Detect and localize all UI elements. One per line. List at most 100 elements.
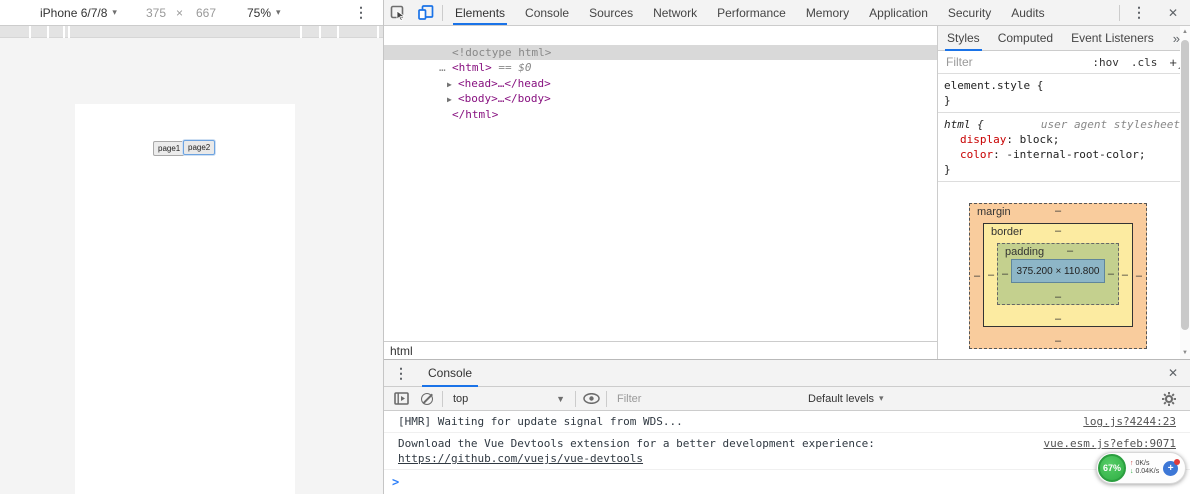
disclosure-triangle-icon[interactable]: ▶ — [447, 92, 458, 108]
devtools-window: iPhone 6/7/8 ▾ 375 × 667 75% ▾ ⋮ — [0, 0, 1190, 494]
message-text: [HMR] Waiting for update signal from WDS… — [398, 414, 1063, 429]
zoom-select[interactable]: 75% ▾ — [247, 0, 281, 25]
property-value: : -internal-root-color; — [993, 148, 1145, 161]
padding-left-value: – — [1002, 268, 1008, 280]
upload-arrow-icon: ↑ — [1130, 460, 1134, 467]
property-name: color — [960, 148, 993, 161]
ruler-tick — [63, 26, 65, 38]
chevron-down-icon: ▾ — [112, 7, 117, 18]
disclosure-triangle-icon[interactable]: ▶ — [447, 77, 458, 93]
tab-styles[interactable]: Styles — [938, 26, 989, 51]
devtools-menu-button[interactable]: ⋮ — [1122, 4, 1156, 21]
console-settings-button[interactable] — [1156, 387, 1182, 410]
message-source-link[interactable]: vue.esm.js?efeb:9071 — [1044, 436, 1176, 451]
log-levels-select[interactable]: Default levels ▾ — [808, 393, 884, 405]
toggle-element-state-button[interactable]: :hov — [1092, 56, 1119, 69]
element-style-rule[interactable]: element.style { } — [938, 74, 1190, 113]
live-expression-button[interactable] — [578, 387, 604, 410]
toolbar-separator — [606, 391, 607, 407]
tab-event-listeners[interactable]: Event Listeners — [1062, 26, 1163, 51]
tab-network[interactable]: Network — [643, 0, 707, 25]
drawer-tab-console[interactable]: Console — [426, 360, 474, 387]
tab-audits[interactable]: Audits — [1001, 0, 1054, 25]
drawer-menu-button[interactable]: ⋮ — [384, 365, 408, 382]
dimension-separator: × — [176, 0, 183, 25]
html-ua-rule[interactable]: html { user agent stylesheet display: bl… — [938, 113, 1190, 182]
ruler-tick — [319, 26, 321, 38]
console-message: Download the Vue Devtools extension for … — [384, 433, 1190, 470]
kebab-menu-icon: ⋮ — [394, 365, 408, 381]
toggle-device-toolbar-button[interactable] — [412, 0, 440, 25]
styles-sidebar: Styles Computed Event Listeners » :hov .… — [937, 26, 1190, 359]
padding-top-value: – — [1067, 245, 1073, 257]
zoom-value: 75% — [247, 6, 271, 20]
viewport-width-value: 375 — [146, 6, 166, 20]
styles-filter-input[interactable] — [946, 55, 1036, 69]
border-right-value: – — [1122, 269, 1128, 281]
margin-label: margin — [977, 206, 1011, 218]
page1-button[interactable]: page1 — [153, 141, 185, 156]
styles-scrollbar[interactable]: ▲ ▼ — [1180, 26, 1190, 359]
device-select[interactable]: iPhone 6/7/8 ▾ — [40, 0, 117, 25]
extension-badge: + — [1163, 461, 1178, 476]
tab-application[interactable]: Application — [859, 0, 938, 25]
console-toolbar: top ▼ Default levels ▾ — [384, 387, 1190, 411]
padding-right-value: – — [1108, 268, 1114, 280]
close-devtools-button[interactable]: ✕ — [1156, 6, 1190, 20]
tab-performance[interactable]: Performance — [707, 0, 796, 25]
doctype-node[interactable]: <!doctype html> — [384, 29, 937, 45]
close-icon: ✕ — [1168, 366, 1178, 380]
user-agent-stylesheet-note: user agent stylesheet — [1041, 117, 1180, 132]
close-drawer-button[interactable]: ✕ — [1156, 366, 1190, 380]
viewport-height-field[interactable]: 667 — [196, 0, 216, 25]
console-filter-input[interactable] — [617, 393, 802, 405]
inspect-element-button[interactable] — [384, 0, 412, 25]
device-select-label: iPhone 6/7/8 — [40, 6, 107, 20]
page2-button[interactable]: page2 — [183, 140, 215, 155]
clear-console-button[interactable] — [414, 387, 440, 410]
console-prompt[interactable]: > — [384, 470, 1190, 489]
margin-bottom-value: – — [1055, 335, 1061, 347]
console-sidebar-icon — [394, 392, 409, 405]
content-dimensions: 375.200 × 110.800 — [1017, 266, 1100, 277]
scrollbar-thumb[interactable] — [1181, 40, 1189, 330]
tab-elements[interactable]: Elements — [445, 0, 515, 25]
tab-memory[interactable]: Memory — [796, 0, 859, 25]
device-toolbar-icon — [418, 5, 434, 20]
javascript-context-select[interactable]: top ▼ — [445, 393, 573, 405]
property-name: display — [960, 133, 1006, 146]
chevron-down-icon: ▾ — [276, 7, 281, 18]
kebab-menu-icon: ⋮ — [354, 4, 368, 21]
console-message: [HMR] Waiting for update signal from WDS… — [384, 411, 1190, 433]
tab-console[interactable]: Console — [515, 0, 579, 25]
tab-computed[interactable]: Computed — [989, 26, 1062, 51]
ruler-tick — [300, 26, 302, 38]
device-toolbar-menu-button[interactable]: ⋮ — [354, 0, 368, 25]
message-url-link[interactable]: https://github.com/vuejs/vue-devtools — [398, 452, 643, 465]
devtools-main-toolbar: Elements Console Sources Network Perform… — [384, 0, 1190, 26]
viewport-width-field[interactable]: 375 — [146, 0, 166, 25]
tab-sources[interactable]: Sources — [579, 0, 643, 25]
padding-label: padding — [1005, 246, 1044, 258]
tab-security[interactable]: Security — [938, 0, 1001, 25]
message-line1: Download the Vue Devtools extension for … — [398, 437, 875, 450]
property-value: : block; — [1006, 133, 1059, 146]
ruler-tick — [29, 26, 31, 38]
console-sidebar-toggle-button[interactable] — [388, 387, 414, 410]
element-classes-button[interactable]: .cls — [1131, 56, 1158, 69]
notification-dot — [1174, 459, 1180, 465]
css-property-color: color: -internal-root-color; — [944, 147, 1186, 162]
console-messages: [HMR] Waiting for update signal from WDS… — [384, 411, 1190, 489]
selected-node-hint: == $0 — [492, 61, 532, 74]
message-source-link[interactable]: log.js?4244:23 — [1083, 414, 1176, 429]
border-bottom-value: – — [1055, 313, 1061, 325]
device-toolbar: iPhone 6/7/8 ▾ 375 × 667 75% ▾ ⋮ — [0, 0, 383, 26]
box-model-content: 375.200 × 110.800 — [1011, 259, 1105, 283]
scroll-up-arrow[interactable]: ▲ — [1180, 26, 1190, 38]
scroll-down-arrow[interactable]: ▼ — [1180, 347, 1190, 359]
breadcrumb-html[interactable]: html — [390, 344, 413, 358]
elements-breadcrumb-bar: html — [384, 341, 937, 359]
styles-filter-row: :hov .cls + — [938, 51, 1190, 74]
ruler-tick — [68, 26, 70, 38]
system-monitor-widget[interactable]: 67% ↑ 0K/s ↓ 0.04K/s + — [1096, 452, 1186, 484]
